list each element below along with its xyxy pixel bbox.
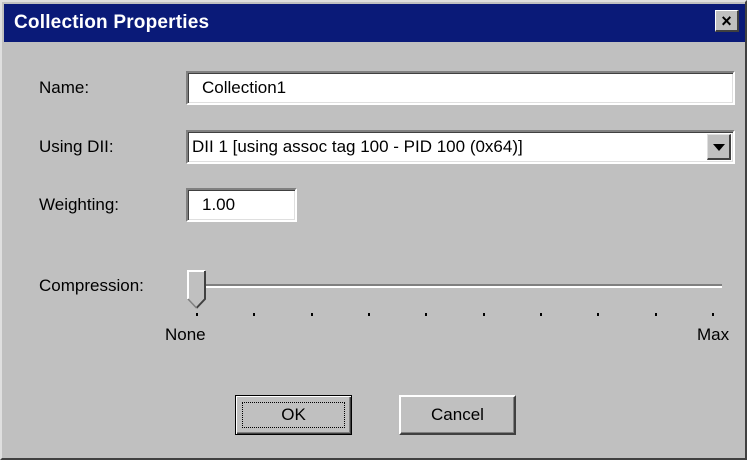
- compression-min-label: None: [165, 325, 206, 344]
- name-label: Name:: [39, 78, 90, 97]
- using-dii-selected-value: DII 1 [using assoc tag 100 - PID 100 (0x…: [192, 137, 523, 156]
- weighting-input-value: 1.00: [202, 195, 236, 214]
- using-dii-dropdown[interactable]: DII 1 [using assoc tag 100 - PID 100 (0x…: [186, 130, 735, 164]
- weighting-input[interactable]: 1.00: [186, 188, 297, 222]
- ok-button[interactable]: OK: [235, 395, 352, 435]
- compression-max-label: Max: [697, 325, 730, 344]
- compression-slider-thumb[interactable]: [187, 270, 207, 310]
- focus-rectangle: [242, 402, 345, 428]
- name-input-value: Collection1: [202, 78, 287, 97]
- slider-tick: [712, 313, 714, 316]
- dialog-title: Collection Properties: [14, 12, 210, 33]
- slider-tick: [597, 313, 600, 316]
- chevron-down-icon[interactable]: [707, 134, 731, 160]
- slider-tick: [253, 313, 256, 316]
- compression-label: Compression:: [39, 276, 144, 295]
- cancel-button[interactable]: Cancel: [399, 395, 516, 435]
- slider-tick: [310, 313, 313, 316]
- cancel-button-label: Cancel: [431, 405, 484, 424]
- slider-tick: [482, 313, 485, 316]
- weighting-label: Weighting:: [39, 195, 120, 214]
- close-icon: ×: [721, 10, 732, 31]
- slider-tick: [540, 313, 542, 316]
- title-bar: Collection Properties ×: [4, 4, 745, 42]
- using-dii-label: Using DII:: [39, 137, 114, 156]
- compression-slider-track[interactable]: [198, 284, 722, 288]
- slider-tick: [425, 313, 428, 316]
- collection-properties-dialog: Collection Properties × Name: Collection…: [0, 0, 747, 460]
- slider-tick: [368, 313, 370, 316]
- slider-tick: [654, 313, 657, 316]
- slider-tick: [196, 313, 198, 316]
- name-input[interactable]: Collection1: [186, 71, 735, 105]
- close-button[interactable]: ×: [715, 10, 739, 32]
